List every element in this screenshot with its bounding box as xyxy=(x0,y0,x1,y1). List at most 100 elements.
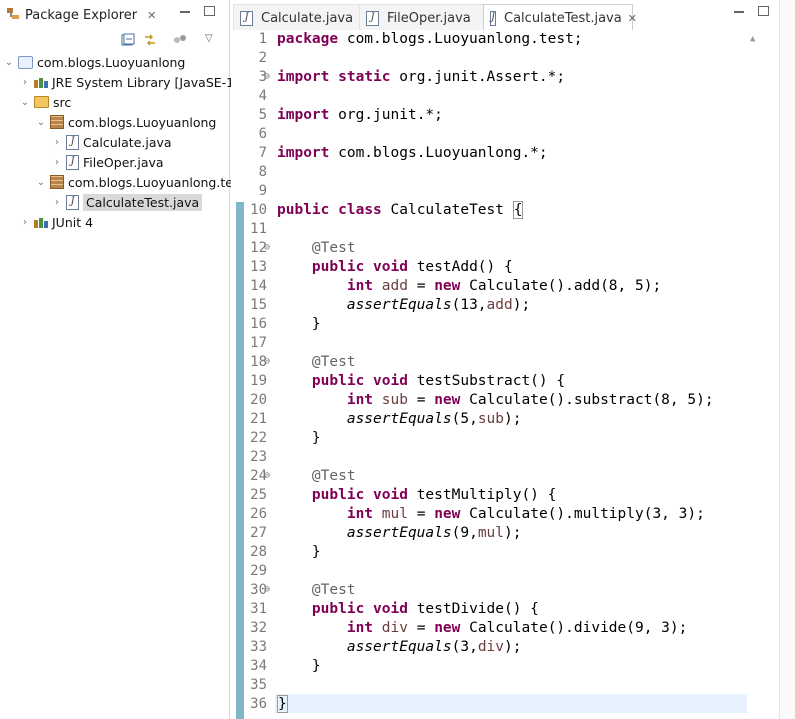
line-number: 27 xyxy=(250,525,267,541)
line-number: 23 xyxy=(250,449,267,465)
editor-tabbar: J Calculate.java J FileOper.java J Calcu… xyxy=(231,0,795,31)
collapse-chevron-icon[interactable]: ⌄ xyxy=(36,177,46,188)
line-number: 28 xyxy=(250,544,267,560)
line-number: 15 xyxy=(250,297,267,313)
line-number: 1 xyxy=(258,31,267,47)
code-line-20: int sub = new Calculate().substract(8, 5… xyxy=(346,392,714,408)
maximize-icon[interactable] xyxy=(758,6,769,16)
package-explorer-view: Package Explorer ✕ ▽ ⌄ com.blogs.Luoyuan… xyxy=(0,0,234,719)
code-line-3: import static org.junit.Assert.*; xyxy=(277,69,566,85)
tab-calculate-java[interactable]: J Calculate.java xyxy=(233,4,363,31)
close-icon[interactable]: ✕ xyxy=(147,9,156,22)
code-line-34: } xyxy=(311,658,321,674)
fold-toggle-icon[interactable]: ⊖ xyxy=(264,242,270,253)
tree-item-suffix: [JavaSE-1 xyxy=(174,74,235,90)
view-menu-icon[interactable]: ▽ xyxy=(205,33,219,47)
code-line-5: import org.junit.*; xyxy=(277,107,443,123)
line-number: 21 xyxy=(250,411,267,427)
code-editor[interactable]: 1 2 3 ⊖ 4 5 6 7 8 9 10 11 12 ⊖ 13 14 15 16 17 18 ⊖ 19 20 21 22 23… xyxy=(231,30,795,719)
tree-item-label: JRE System Library xyxy=(52,74,171,90)
tree-item-project[interactable]: ⌄ com.blogs.Luoyuanlong xyxy=(4,52,186,72)
minimize-icon[interactable] xyxy=(734,11,744,13)
fold-toggle-icon[interactable]: ⊖ xyxy=(264,584,270,595)
tree-item-package-main[interactable]: ⌄ com.blogs.Luoyuanlong xyxy=(36,112,217,132)
tree-item-fileoper-java[interactable]: › J FileOper.java xyxy=(52,152,164,172)
java-file-icon: J xyxy=(490,10,497,26)
tree-item-calculatetest-java[interactable]: › J CalculateTest.java xyxy=(52,192,203,212)
code-line-19: public void testSubstract() { xyxy=(311,373,566,389)
tree-item-label: com.blogs.Luoyuanlong xyxy=(37,54,186,70)
fold-toggle-icon[interactable]: ⊖ xyxy=(264,470,270,481)
code-line-22: } xyxy=(311,430,321,446)
line-number: 26 xyxy=(250,506,267,522)
package-explorer-toolbar: ▽ xyxy=(0,30,229,52)
java-file-icon: J xyxy=(66,194,79,210)
line-number: 17 xyxy=(250,335,267,351)
tab-label: Calculate.java xyxy=(261,10,354,26)
package-explorer-tabbar: Package Explorer ✕ xyxy=(0,0,229,30)
package-explorer-tab-label: Package Explorer xyxy=(25,7,138,23)
maximize-icon[interactable] xyxy=(204,6,215,16)
collapse-chevron-icon[interactable]: ⌄ xyxy=(20,97,30,108)
scroll-up-arrow-icon[interactable]: ▲ xyxy=(750,34,755,44)
fold-toggle-icon[interactable]: ⊖ xyxy=(264,356,270,367)
package-icon xyxy=(50,115,64,129)
code-line-12: @Test xyxy=(311,240,356,256)
code-line-1: package com.blogs.Luoyuanlong.test; xyxy=(277,31,583,47)
code-line-7: import com.blogs.Luoyuanlong.*; xyxy=(277,145,548,161)
expand-chevron-icon[interactable]: › xyxy=(52,197,62,208)
fold-toggle-icon[interactable]: ⊖ xyxy=(264,71,270,82)
java-file-icon: J xyxy=(366,10,379,26)
overview-ruler xyxy=(779,0,795,719)
vertical-scrollbar[interactable]: ▲ xyxy=(747,30,761,719)
link-with-editor-icon[interactable] xyxy=(143,33,157,47)
tree-item-package-test[interactable]: ⌄ com.blogs.Luoyuanlong.te xyxy=(36,172,233,192)
code-line-25: public void testMultiply() { xyxy=(311,487,557,503)
code-line-18: @Test xyxy=(311,354,356,370)
collapse-chevron-icon[interactable]: ⌄ xyxy=(36,117,46,128)
current-line-highlight xyxy=(271,694,747,713)
line-number: 9 xyxy=(258,183,267,199)
tree-item-junit4[interactable]: › JUnit 4 xyxy=(20,212,93,232)
line-number: 16 xyxy=(250,316,267,332)
code-line-31: public void testDivide() { xyxy=(311,601,539,617)
tab-fileoper-java[interactable]: J FileOper.java xyxy=(359,4,485,31)
line-number: 6 xyxy=(258,126,267,142)
code-line-36: } xyxy=(277,695,288,713)
code-line-28: } xyxy=(311,544,321,560)
line-number: 35 xyxy=(250,677,267,693)
collapse-all-icon[interactable] xyxy=(121,33,135,47)
package-explorer-tab[interactable]: Package Explorer ✕ xyxy=(2,3,160,27)
change-ruler xyxy=(236,202,244,719)
code-line-33: assertEquals(3,div); xyxy=(346,639,522,655)
line-number: 8 xyxy=(258,164,267,180)
code-line-26: int mul = new Calculate().multiply(3, 3)… xyxy=(346,506,705,522)
tree-item-label: Calculate.java xyxy=(83,134,172,150)
tree-item-label: com.blogs.Luoyuanlong xyxy=(68,114,217,130)
focus-icon[interactable] xyxy=(173,33,187,47)
line-number: 22 xyxy=(250,430,267,446)
library-icon xyxy=(34,77,48,88)
collapse-chevron-icon[interactable]: ⌄ xyxy=(4,57,14,68)
code-line-14: int add = new Calculate().add(8, 5); xyxy=(346,278,662,294)
close-icon[interactable]: ✕ xyxy=(628,12,637,25)
line-number: 4 xyxy=(258,88,267,104)
tree-item-src[interactable]: ⌄ src xyxy=(20,92,71,112)
code-line-24: @Test xyxy=(311,468,356,484)
line-number: 13 xyxy=(250,259,267,275)
line-number: 5 xyxy=(258,107,267,123)
expand-chevron-icon[interactable]: › xyxy=(52,137,62,148)
minimize-icon[interactable] xyxy=(180,11,190,13)
expand-chevron-icon[interactable]: › xyxy=(20,77,30,88)
code-line-10: public class CalculateTest { xyxy=(277,201,524,219)
line-number: 29 xyxy=(250,563,267,579)
source-folder-icon xyxy=(34,96,49,108)
expand-chevron-icon[interactable]: › xyxy=(52,157,62,168)
line-number: 34 xyxy=(250,658,267,674)
tab-calculatetest-java[interactable]: J CalculateTest.java ✕ xyxy=(483,4,637,31)
tree-item-calculate-java[interactable]: › J Calculate.java xyxy=(52,132,172,152)
tree-item-jre-library[interactable]: › JRE System Library [JavaSE-1 xyxy=(20,72,234,92)
line-number: 7 xyxy=(258,145,267,161)
line-number: 25 xyxy=(250,487,267,503)
expand-chevron-icon[interactable]: › xyxy=(20,217,30,228)
